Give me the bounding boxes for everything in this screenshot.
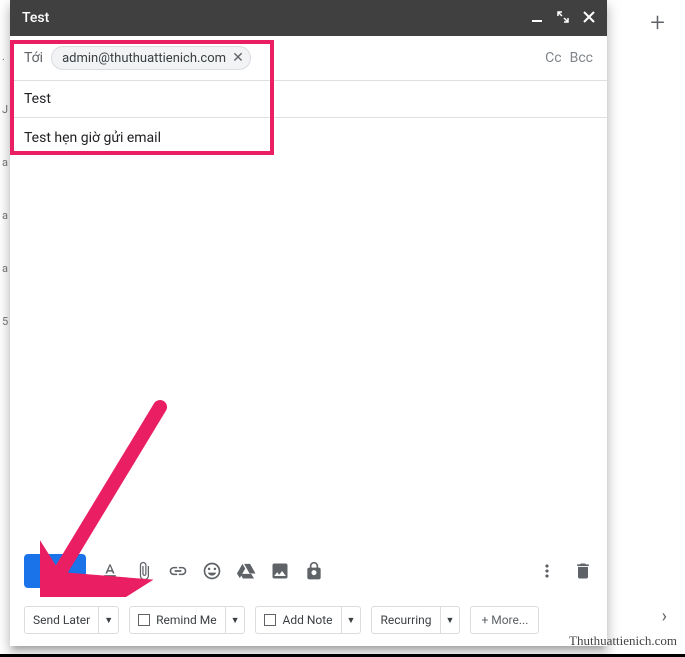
chevron-right-icon[interactable]: › bbox=[662, 606, 667, 627]
expand-icon[interactable] bbox=[557, 11, 569, 26]
to-field-row[interactable]: Tới admin@thuthuattienich.com ✕ Cc Bcc bbox=[10, 36, 607, 81]
chip-email: admin@thuthuattienich.com bbox=[62, 51, 226, 66]
subject-field[interactable]: Test bbox=[10, 81, 607, 118]
to-label: Tới bbox=[24, 50, 43, 66]
compose-window: Test Tới admin@thuthuattienich.com ✕ Cc … bbox=[10, 0, 607, 646]
attach-icon[interactable] bbox=[134, 561, 154, 581]
extension-action-bar: Send Later ▼ Remind Me ▼ Add Note ▼ Recu… bbox=[10, 598, 607, 646]
send-later-dropdown[interactable]: ▼ bbox=[98, 607, 118, 633]
window-controls bbox=[531, 11, 595, 26]
add-note-dropdown[interactable]: ▼ bbox=[341, 607, 361, 633]
email-body[interactable]: Test hẹn giờ gửi email bbox=[10, 118, 607, 544]
drive-icon[interactable] bbox=[236, 561, 256, 581]
background-fragments: . Jaaa5 bbox=[0, 50, 8, 368]
remind-me-dropdown[interactable]: ▼ bbox=[225, 607, 245, 633]
link-icon[interactable] bbox=[168, 561, 188, 581]
emoji-icon[interactable] bbox=[202, 561, 222, 581]
recurring-button[interactable]: Recurring ▼ bbox=[371, 606, 460, 634]
compose-header[interactable]: Test bbox=[10, 0, 607, 36]
send-later-button[interactable]: Send Later ▼ bbox=[24, 606, 119, 634]
format-toolbar: Gửi bbox=[10, 544, 607, 598]
format-icon[interactable] bbox=[100, 561, 120, 581]
minimize-icon[interactable] bbox=[531, 11, 543, 26]
chip-remove-icon[interactable]: ✕ bbox=[232, 50, 244, 66]
recurring-dropdown[interactable]: ▼ bbox=[440, 607, 460, 633]
remind-me-button[interactable]: Remind Me ▼ bbox=[129, 606, 245, 634]
image-icon[interactable] bbox=[270, 561, 290, 581]
compose-title: Test bbox=[22, 10, 49, 26]
add-note-button[interactable]: Add Note ▼ bbox=[255, 606, 361, 634]
recipient-chip[interactable]: admin@thuthuattienich.com ✕ bbox=[51, 46, 251, 70]
checkbox-icon bbox=[264, 614, 276, 626]
more-options-icon[interactable] bbox=[537, 561, 557, 581]
delete-icon[interactable] bbox=[573, 561, 593, 581]
watermark: Thuthuattienich.com bbox=[569, 633, 677, 649]
send-button[interactable]: Gửi bbox=[24, 554, 86, 588]
plus-icon[interactable]: + bbox=[650, 8, 665, 38]
lock-clock-icon[interactable] bbox=[304, 561, 324, 581]
close-icon[interactable] bbox=[583, 11, 595, 26]
bcc-button[interactable]: Bcc bbox=[570, 50, 593, 66]
cc-button[interactable]: Cc bbox=[545, 50, 561, 66]
checkbox-icon bbox=[138, 614, 150, 626]
more-button[interactable]: + More... bbox=[470, 606, 539, 634]
